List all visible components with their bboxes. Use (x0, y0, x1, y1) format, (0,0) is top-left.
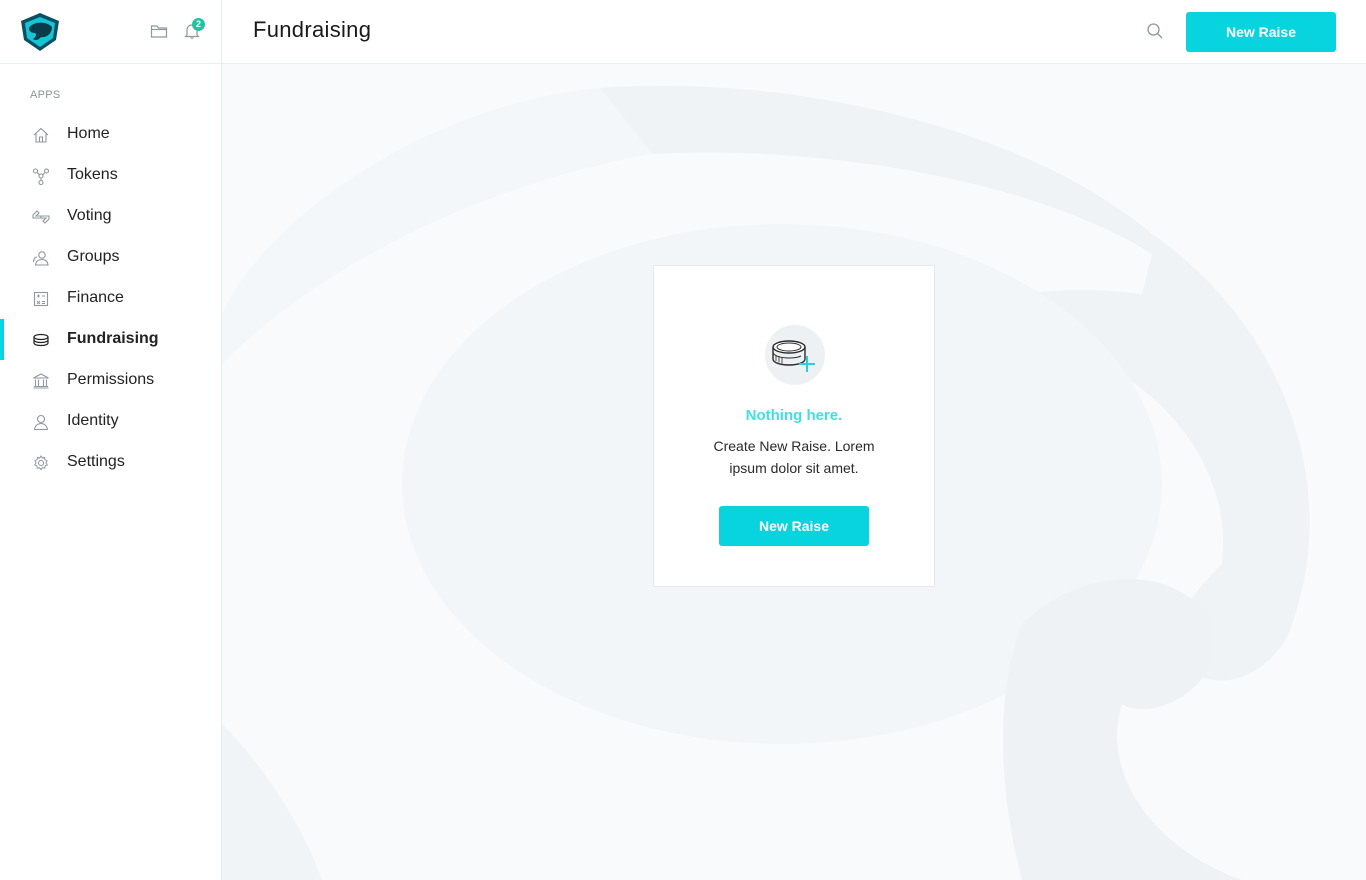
sidebar: 2 APPS Home Tokens Voting Groups Finance… (0, 0, 222, 880)
sidebar-item-home[interactable]: Home (0, 114, 222, 155)
sidebar-item-label: Tokens (67, 166, 118, 183)
sidebar-item-label: Fundraising (67, 330, 159, 347)
home-icon (33, 127, 49, 143)
search-icon[interactable] (1145, 21, 1165, 41)
sidebar-header: 2 (0, 0, 221, 64)
user-icon (33, 414, 49, 431)
empty-state-card: Nothing here. Create New Raise. Lorem ip… (653, 265, 935, 587)
apps-section-label: APPS (30, 89, 61, 101)
page-title: Fundraising (253, 17, 372, 42)
empty-state-title: Nothing here. (745, 407, 843, 424)
coins-add-icon (772, 340, 815, 372)
tokens-icon (32, 168, 50, 185)
sidebar-item-tokens[interactable]: Tokens (0, 155, 222, 196)
empty-state-description: Create New Raise. Lorem ipsum dolor sit … (713, 438, 875, 476)
voting-icon (32, 210, 50, 224)
sidebar-item-fundraising[interactable]: Fundraising (0, 319, 222, 360)
sidebar-nav: Home Tokens Voting Groups Finance Fundra… (0, 114, 222, 483)
sidebar-item-settings[interactable]: Settings (0, 442, 222, 483)
folder-icon[interactable] (150, 23, 168, 39)
sidebar-item-label: Permissions (67, 371, 155, 388)
sidebar-item-finance[interactable]: Finance (0, 278, 222, 319)
groups-icon (32, 251, 49, 266)
top-header: Fundraising New Raise (222, 0, 1366, 64)
sidebar-item-voting[interactable]: Voting (0, 196, 222, 237)
notification-badge: 2 (192, 18, 205, 31)
finance-icon (33, 291, 49, 307)
sidebar-item-groups[interactable]: Groups (0, 237, 222, 278)
empty-state-icon-container (765, 325, 825, 385)
new-raise-button[interactable]: New Raise (719, 506, 869, 546)
sidebar-item-label: Voting (67, 207, 112, 224)
sidebar-item-label: Home (67, 125, 110, 142)
sidebar-item-label: Settings (67, 453, 125, 470)
sidebar-item-permissions[interactable]: Permissions (0, 360, 222, 401)
sidebar-item-label: Finance (67, 289, 124, 306)
new-raise-button[interactable]: New Raise (1186, 12, 1336, 52)
sidebar-item-label: Groups (67, 248, 120, 265)
sidebar-item-identity[interactable]: Identity (0, 401, 222, 442)
app-logo[interactable] (19, 12, 61, 52)
bank-icon (33, 373, 49, 389)
coins-icon (33, 333, 49, 347)
sidebar-item-label: Identity (67, 412, 119, 429)
gear-icon (33, 455, 49, 471)
